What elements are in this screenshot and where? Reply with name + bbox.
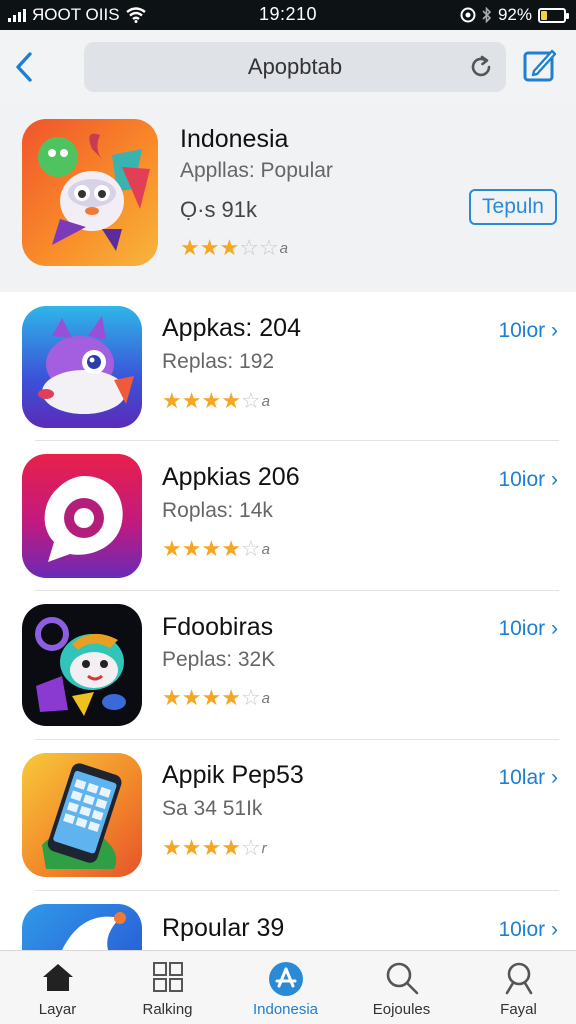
- chevron-right-icon: ›: [551, 319, 558, 342]
- star-filled-icon: ★: [201, 685, 222, 710]
- featured-rating-stars: ★ ★ ★ ☆ ☆ a: [180, 235, 288, 261]
- chevron-right-icon: ›: [551, 918, 558, 941]
- home-icon: [42, 964, 73, 991]
- rating-stars: ★ ★ ★ ★ ☆ a: [162, 685, 270, 711]
- tab-layar[interactable]: Layar: [0, 951, 115, 1024]
- divider: [35, 590, 559, 591]
- star-empty-icon: ☆: [239, 235, 259, 260]
- app-title: Fdoobiras: [162, 613, 274, 641]
- rating-count: r: [261, 839, 267, 857]
- chevron-right-icon: ›: [551, 468, 558, 491]
- location-icon: [460, 7, 476, 23]
- star-filled-icon: ★: [201, 388, 222, 413]
- app-icon-partial: [22, 904, 142, 950]
- star-empty-icon: ☆: [240, 685, 261, 710]
- battery-percent: 92%: [497, 5, 532, 24]
- featured-app-title: Indonesia: [180, 125, 289, 153]
- row-action-link[interactable]: 10ior ›: [498, 617, 558, 641]
- rating-count: a: [261, 689, 271, 707]
- compose-icon[interactable]: [522, 47, 558, 83]
- star-empty-icon: ☆: [240, 835, 261, 860]
- star-filled-icon: ★: [181, 388, 202, 413]
- status-right: 92%: [460, 5, 569, 25]
- star-empty-icon: ☆: [240, 388, 261, 413]
- star-filled-icon: ★: [162, 536, 182, 561]
- featured-app-meta: Ọ·s 91k: [180, 197, 258, 222]
- star-filled-icon: ★: [201, 536, 222, 561]
- row-action-link[interactable]: 10ior ›: [498, 918, 558, 942]
- featured-get-button[interactable]: Tepuln: [469, 189, 557, 225]
- star-empty-icon: ☆: [258, 235, 279, 260]
- divider: [35, 440, 559, 441]
- app-store-icon: [268, 962, 303, 996]
- rating-stars: ★ ★ ★ ★ ☆ a: [162, 388, 270, 414]
- app-icon-chat: [22, 454, 142, 578]
- app-subtitle: Sa 34 51Ik: [162, 797, 263, 820]
- featured-app-icon: [22, 119, 158, 266]
- star-filled-icon: ★: [181, 536, 202, 561]
- tab-label: Fayal: [500, 1001, 537, 1018]
- tab-label: Ralking: [142, 1001, 193, 1018]
- star-filled-icon: ★: [221, 536, 241, 561]
- tab-label: Indonesia: [252, 1001, 319, 1018]
- rating-stars: ★ ★ ★ ★ ☆ a: [162, 536, 270, 562]
- divider: [35, 739, 559, 740]
- tab-indonesia[interactable]: Indonesia: [228, 951, 343, 1024]
- chevron-right-icon: ›: [551, 766, 558, 789]
- row-action-link[interactable]: 10ior ›: [498, 319, 558, 343]
- status-bar: ЯOOT OIIS 19:210 92%: [0, 0, 576, 30]
- divider: [35, 890, 559, 891]
- featured-app-subtitle: Appllas: Popular: [180, 159, 333, 182]
- star-filled-icon: ★: [201, 835, 222, 860]
- tab-fayal[interactable]: Fayal: [461, 951, 576, 1024]
- search-icon: [386, 962, 418, 995]
- app-icon-mascot: [22, 604, 142, 726]
- battery-icon: [538, 7, 569, 23]
- search-field-text: Apopbtab: [247, 54, 343, 79]
- tab-label: Eojoules: [372, 1001, 431, 1018]
- grid-icon: [152, 962, 183, 992]
- app-title: Appkas: 204: [162, 314, 301, 342]
- app-title: Rpoular 39: [162, 914, 285, 942]
- chevron-right-icon: ›: [551, 617, 558, 640]
- row-action-link[interactable]: 10ior ›: [498, 468, 558, 492]
- star-empty-icon: ☆: [240, 536, 261, 561]
- app-icon-phone: [22, 753, 142, 877]
- tab-eojoules[interactable]: Eojoules: [344, 951, 459, 1024]
- star-filled-icon: ★: [180, 235, 200, 260]
- search-icon: [505, 962, 532, 995]
- app-title: Appik Pep53: [162, 761, 304, 789]
- bluetooth-icon: [482, 7, 492, 23]
- star-filled-icon: ★: [219, 235, 240, 260]
- star-filled-icon: ★: [199, 235, 220, 260]
- star-filled-icon: ★: [162, 388, 182, 413]
- reload-icon[interactable]: [468, 54, 494, 80]
- star-filled-icon: ★: [162, 835, 182, 860]
- app-subtitle: Replas: 192: [162, 350, 275, 373]
- rating-count: a: [261, 392, 271, 410]
- featured-app-card[interactable]: Indonesia Appllas: Popular Ọ·s 91k ★ ★ ★ ☆ ☆…: [0, 105, 576, 292]
- rating-stars: ★ ★ ★ ★ ☆ r: [162, 835, 267, 861]
- tab-bar: Layar Ralking Indonesia Eojoules Fayal: [0, 950, 576, 1024]
- tab-ralking[interactable]: Ralking: [110, 951, 225, 1024]
- app-icon-fox: [22, 306, 142, 428]
- rating-count: a: [261, 540, 271, 558]
- app-subtitle: Roplas: 14k: [162, 499, 273, 522]
- navigation-bar: Apopbtab: [0, 30, 576, 105]
- rating-count: a: [279, 239, 289, 257]
- search-field[interactable]: Apopbtab: [84, 42, 506, 92]
- row-action-link[interactable]: 10lar ›: [498, 766, 558, 790]
- star-filled-icon: ★: [181, 835, 202, 860]
- star-filled-icon: ★: [221, 388, 241, 413]
- star-filled-icon: ★: [181, 685, 202, 710]
- app-subtitle: Peplas: 32K: [162, 648, 276, 671]
- star-filled-icon: ★: [221, 685, 241, 710]
- back-chevron-icon[interactable]: [12, 50, 36, 84]
- app-title: Appkias 206: [162, 463, 300, 491]
- star-filled-icon: ★: [162, 685, 182, 710]
- tab-label: Layar: [38, 1001, 77, 1018]
- star-filled-icon: ★: [221, 835, 241, 860]
